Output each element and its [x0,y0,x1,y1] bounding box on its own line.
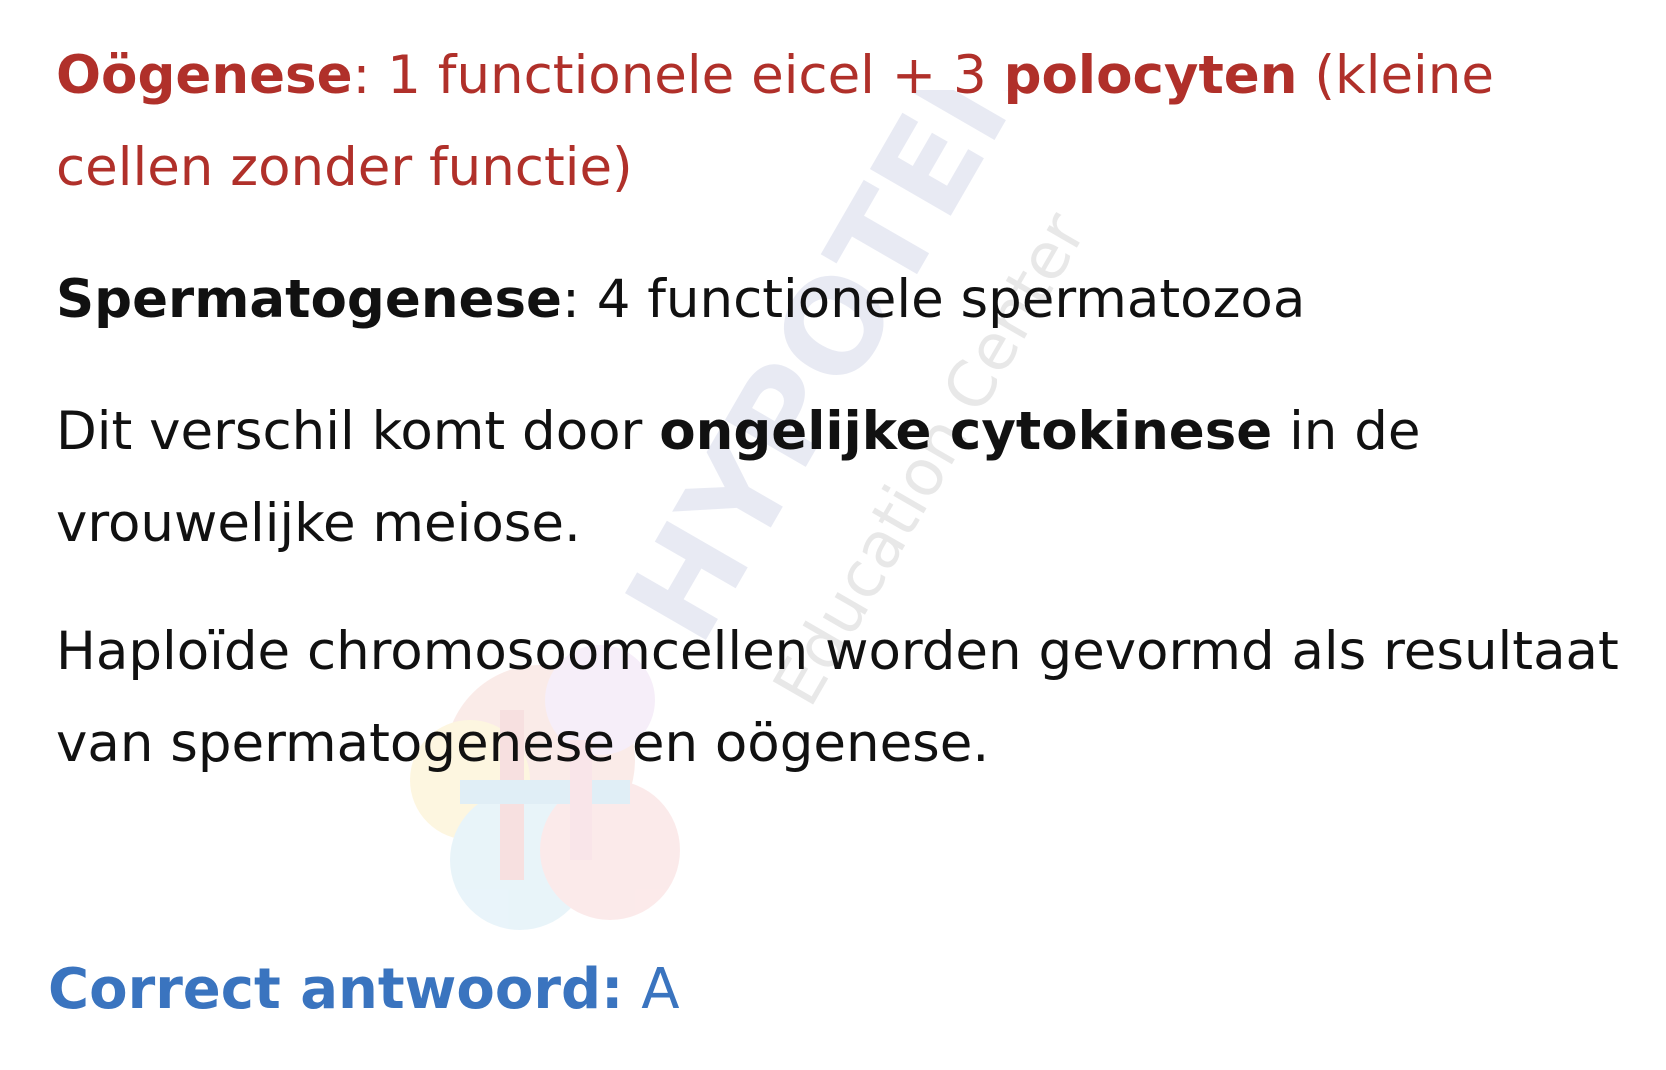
cytokinese-term: ongelijke cytokinese [659,401,1273,462]
cytokinese-text-a: Dit verschil komt door [56,401,660,462]
oogenese-separator: : [352,45,371,106]
spermatogenese-paragraph: Spermatogenese: 4 functionele spermatozo… [56,254,1636,346]
spermatogenese-text: : 4 functionele spermatozoa [561,269,1306,330]
oogenese-term: Oögenese [56,45,353,106]
oogenese-paragraph: Oögenese: 1 functionele eicel + 3 polocy… [56,30,1636,214]
haploid-text: Haploïde chromosoomcellen worden gevormd… [56,621,1619,774]
cytokinese-paragraph: Dit verschil komt door ongelijke cytokin… [56,386,1636,570]
haploid-paragraph: Haploïde chromosoomcellen worden gevormd… [56,606,1636,790]
explanation-text: Oögenese: 1 functionele eicel + 3 polocy… [56,30,1636,790]
spermatogenese-term: Spermatogenese [56,269,562,330]
correct-answer-label: Correct antwoord: [48,957,624,1022]
oogenese-text-a: 1 functionele eicel + 3 [370,45,1004,106]
polocyten-term: polocyten [1003,45,1298,106]
correct-answer: Correct antwoord: A [48,950,680,1030]
correct-answer-value: A [623,957,680,1022]
